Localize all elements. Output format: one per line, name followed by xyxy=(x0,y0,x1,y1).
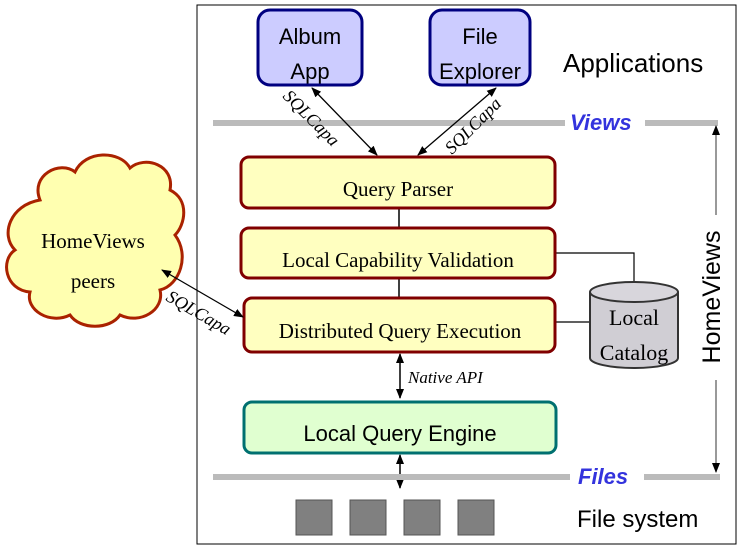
sqlcapa-label-peers: SQLCapa xyxy=(163,286,235,339)
files-label: Files xyxy=(578,464,628,489)
homeviews-architecture-diagram: Album App File Explorer Applications Vie… xyxy=(5,4,737,545)
distributed-execution-box: Distributed Query Execution xyxy=(242,296,557,354)
query-parser-label: Query Parser xyxy=(343,177,453,201)
views-label: Views xyxy=(570,110,632,135)
file-explorer-box: File Explorer xyxy=(428,8,532,87)
peers-label: HomeViews xyxy=(41,229,145,253)
file-icon xyxy=(403,499,441,536)
homeviews-label: HomeViews xyxy=(698,231,726,364)
capability-validation-box: Local Capability Validation xyxy=(239,226,557,280)
file-icon xyxy=(349,499,387,536)
sqlcapa-label-album: SQLCapa xyxy=(279,86,343,150)
album-app-label: Album xyxy=(279,24,341,49)
query-parser-box: Query Parser xyxy=(239,155,557,210)
local-query-engine-box: Local Query Engine xyxy=(242,400,558,455)
file-explorer-label: File xyxy=(462,24,497,49)
local-catalog-cylinder: Local Catalog xyxy=(589,281,679,369)
peers-label-2: peers xyxy=(71,269,115,293)
homeviews-peers-cloud: HomeViews peers xyxy=(5,153,186,328)
album-app-box: Album App xyxy=(256,8,364,87)
capability-validation-label: Local Capability Validation xyxy=(282,248,514,272)
local-catalog-label: Local xyxy=(609,305,659,330)
applications-label: Applications xyxy=(563,48,703,78)
file-icon xyxy=(295,499,333,536)
file-icon xyxy=(457,499,495,536)
distributed-execution-label: Distributed Query Execution xyxy=(279,319,522,343)
local-catalog-label-2: Catalog xyxy=(600,340,668,365)
native-api-label: Native API xyxy=(407,368,484,387)
file-explorer-label-2: Explorer xyxy=(439,59,521,84)
album-app-label-2: App xyxy=(290,59,329,84)
local-query-engine-label: Local Query Engine xyxy=(303,421,496,446)
catalog-connector xyxy=(555,252,635,283)
file-system-label: File system xyxy=(577,506,698,533)
